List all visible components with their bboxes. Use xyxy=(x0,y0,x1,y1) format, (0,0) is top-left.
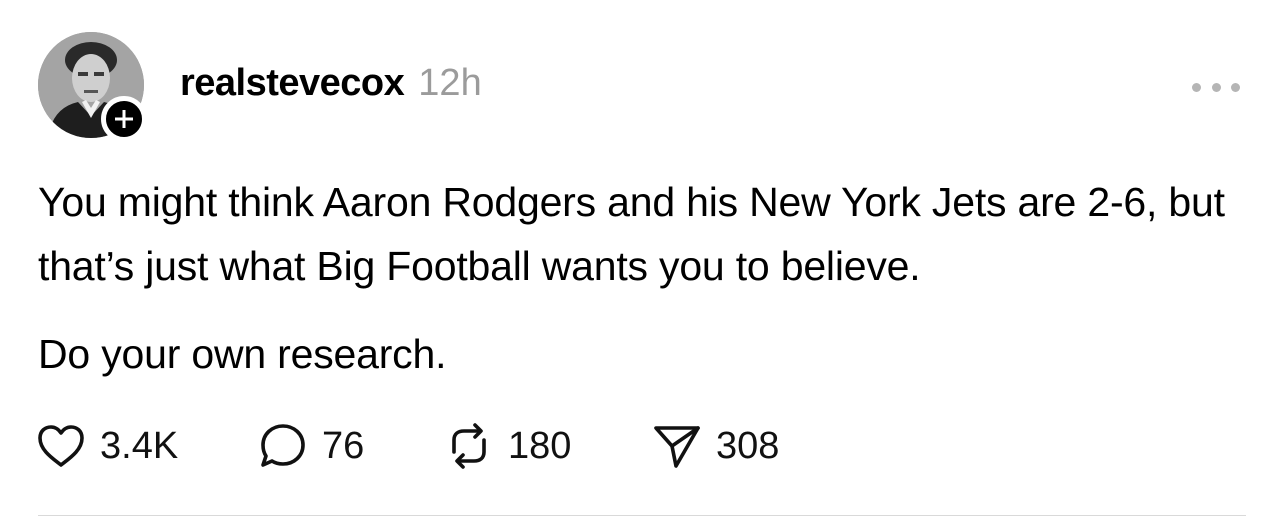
repost-icon xyxy=(452,423,486,469)
like-button[interactable]: 3.4K xyxy=(36,423,258,469)
like-count: 3.4K xyxy=(100,424,179,467)
action-bar: 3.4K 76 180 308 xyxy=(36,418,779,474)
avatar-container xyxy=(38,32,147,142)
username-link[interactable]: realstevecox xyxy=(180,62,405,105)
plus-icon xyxy=(115,110,133,128)
reply-button[interactable]: 76 xyxy=(258,422,444,470)
divider xyxy=(38,515,1246,516)
share-count: 308 xyxy=(716,424,780,467)
reply-bubble-icon xyxy=(261,424,305,467)
post-paragraph: You might think Aaron Rodgers and his Ne… xyxy=(38,179,1225,289)
share-button[interactable]: 308 xyxy=(652,422,779,470)
heart-icon xyxy=(38,425,84,467)
more-options-button[interactable] xyxy=(1192,72,1240,102)
follow-button[interactable] xyxy=(101,96,147,142)
reply-count: 76 xyxy=(322,424,365,467)
post-paragraph: Do your own research. xyxy=(38,331,447,377)
post-timestamp: 12h xyxy=(418,62,482,104)
post: realstevecox 12h You might think Aaron R… xyxy=(0,0,1284,521)
repost-count: 180 xyxy=(508,424,572,467)
repost-button[interactable]: 180 xyxy=(444,422,652,470)
post-body: You might think Aaron Rodgers and his Ne… xyxy=(38,170,1258,386)
send-icon xyxy=(654,426,700,468)
more-dots-icon xyxy=(1231,82,1240,92)
post-header: realstevecox 12h xyxy=(180,62,482,114)
more-dots-icon xyxy=(1192,82,1201,92)
more-dots-icon xyxy=(1211,82,1221,92)
